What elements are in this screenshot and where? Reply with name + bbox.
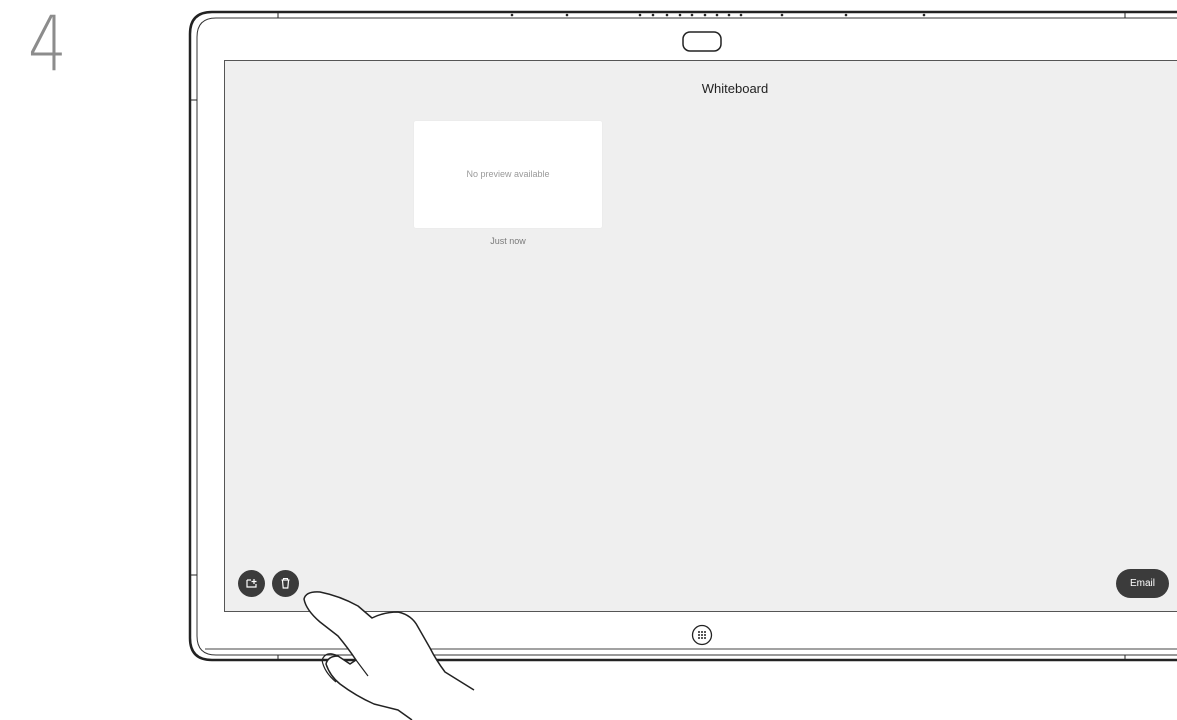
email-button[interactable]: Email <box>1116 569 1169 598</box>
thumbnail-timestamp: Just now <box>490 236 526 246</box>
tutorial-illustration: 4 Whiteboard No preview available Just n… <box>0 0 1177 720</box>
keypad-grid-icon[interactable] <box>691 624 713 646</box>
delete-button[interactable] <box>272 570 299 597</box>
whiteboard-screen: Whiteboard No preview available Just now… <box>224 60 1177 612</box>
share-icon <box>246 579 257 588</box>
share-button[interactable] <box>238 570 265 597</box>
trash-icon <box>281 577 290 589</box>
whiteboard-thumbnail[interactable]: No preview available <box>414 121 602 228</box>
camera-icon <box>682 31 722 52</box>
page-title: Whiteboard <box>701 81 769 96</box>
thumbnail-preview-text: No preview available <box>466 169 550 179</box>
